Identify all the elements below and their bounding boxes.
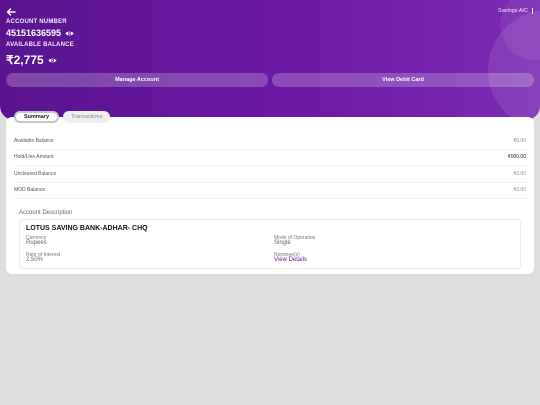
account-type[interactable]: Savings A/C [498, 8, 533, 14]
tab-summary[interactable]: Summary [14, 111, 60, 123]
account-number-label: ACCOUNT NUMBER [6, 19, 67, 25]
account-number-value: 45151636595 [6, 28, 62, 38]
nominee-view-details-link[interactable]: View Details [274, 257, 307, 263]
currency-value: Rupees [26, 240, 47, 246]
tab-bar: Summary Transactions [14, 111, 111, 123]
account-type-label: Savings A/C [498, 8, 528, 14]
rate-of-interest-value: 2.50% [26, 257, 44, 263]
row-label: Hold/Lien Amount [14, 154, 54, 161]
row-value: ₹000.00 [507, 154, 526, 161]
account-description-title: Account Description [19, 210, 73, 216]
row-value: ₹0.00 [513, 187, 526, 194]
available-balance-label: AVAILABLE BALANCE [6, 42, 74, 48]
tab-transactions[interactable]: Transactions [63, 111, 111, 123]
row-label: Available Balance [14, 137, 54, 144]
account-header: Savings A/C ACCOUNT NUMBER 45151636595 A… [0, 0, 540, 120]
account-description-box: LOTUS SAVING BANK-ADHAR- CHQ Currency Ru… [19, 219, 521, 269]
row-value: ₹0.00 [513, 170, 526, 177]
summary-row-uncleared-balance: Uncleared Balance ₹0.00 [14, 166, 526, 183]
mode-of-operation-value: Single [274, 240, 291, 246]
view-debit-card-button[interactable]: View Debit Card [272, 73, 534, 87]
eye-icon[interactable] [48, 57, 57, 64]
available-balance: ₹2,775 [6, 53, 57, 67]
available-balance-value: ₹2,775 [6, 53, 44, 67]
summary-list: Available Balance ₹0.00 Hold/Lien Amount… [14, 133, 526, 199]
account-number: 45151636595 [6, 28, 74, 38]
row-label: MOD Balance [14, 187, 46, 194]
account-product-name: LOTUS SAVING BANK-ADHAR- CHQ [26, 225, 148, 232]
manage-account-button[interactable]: Manage Account [6, 73, 268, 87]
summary-row-mod-balance: MOD Balance ₹0.00 [14, 183, 526, 199]
summary-row-hold-lien-amount: Hold/Lien Amount ₹000.00 [14, 150, 526, 166]
row-label: Uncleared Balance [14, 170, 57, 177]
row-value: ₹0.00 [513, 137, 526, 144]
more-vertical-icon[interactable] [532, 8, 533, 14]
summary-row-available-balance: Available Balance ₹0.00 [14, 133, 526, 150]
eye-icon[interactable] [65, 30, 74, 37]
back-arrow-icon[interactable] [5, 6, 17, 18]
